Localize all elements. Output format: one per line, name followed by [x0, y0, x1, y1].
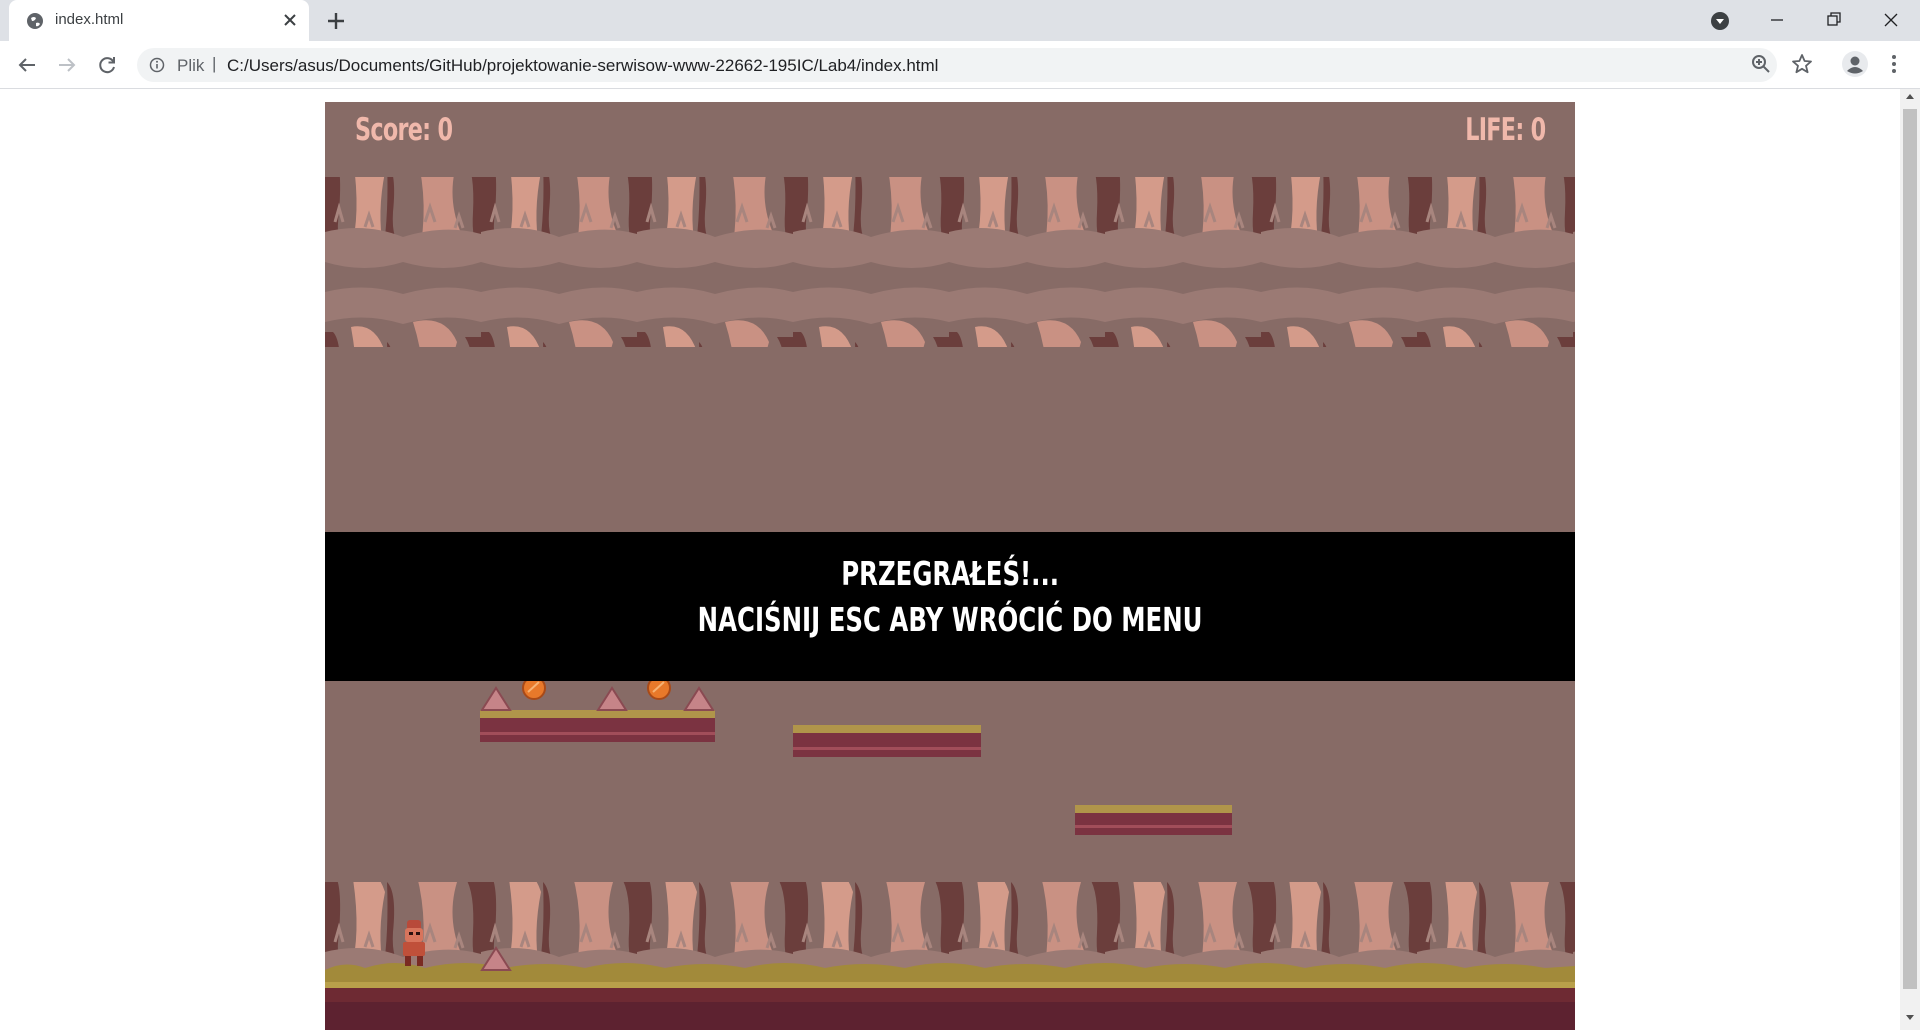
platform	[480, 710, 715, 742]
close-icon[interactable]	[281, 11, 299, 29]
browser-tab[interactable]: index.html	[9, 0, 309, 41]
url-separator: |	[212, 54, 217, 73]
plus-icon[interactable]	[325, 10, 347, 32]
game-over-message-text: NACIŚNIJ ESC ABY WRÓCIĆ DO MENU	[697, 600, 1203, 639]
window-close-icon[interactable]	[1863, 0, 1919, 41]
toolbar: Plik | C:/Users/asus/Documents/GitHub/pr…	[0, 41, 1920, 89]
platform	[1075, 805, 1232, 835]
minimize-icon[interactable]	[1749, 0, 1805, 41]
game-canvas[interactable]: Score: 0 LIFE: 0 PRZEGRAŁEŚ!... NACIŚNIJ…	[325, 102, 1575, 1030]
game-over-message: NACIŚNIJ ESC ABY WRÓCIĆ DO MENU	[325, 600, 1575, 639]
game-over-title-text: PRZEGRAŁEŚ!...	[841, 554, 1059, 593]
score-display: Score: 0	[355, 112, 453, 148]
globe-icon	[27, 13, 43, 29]
scroll-up-arrow-icon[interactable]	[1906, 94, 1914, 99]
profile-icon[interactable]	[1841, 50, 1869, 78]
arrow-left-icon[interactable]	[15, 53, 39, 77]
vertical-scrollbar[interactable]	[1900, 89, 1920, 1030]
game-over-title: PRZEGRAŁEŚ!...	[325, 554, 1575, 593]
kebab-menu-icon[interactable]	[1886, 52, 1902, 76]
reload-icon[interactable]	[95, 53, 119, 77]
life-display: LIFE: 0	[1464, 112, 1546, 148]
arrow-right-icon[interactable]	[55, 53, 79, 77]
tab-search-icon[interactable]	[1710, 11, 1730, 31]
info-icon[interactable]	[149, 57, 165, 73]
ground	[325, 963, 1575, 1030]
tab-strip: index.html	[0, 0, 1920, 41]
star-icon[interactable]	[1790, 52, 1814, 76]
page-viewport: Score: 0 LIFE: 0 PRZEGRAŁEŚ!... NACIŚNIJ…	[0, 89, 1900, 1030]
url-text[interactable]: C:/Users/asus/Documents/GitHub/projektow…	[227, 56, 938, 76]
restore-icon[interactable]	[1805, 0, 1861, 41]
url-scheme-label: Plik	[177, 56, 205, 75]
platform	[793, 725, 981, 757]
game-over-overlay: PRZEGRAŁEŚ!... NACIŚNIJ ESC ABY WRÓCIĆ D…	[325, 532, 1575, 681]
address-bar[interactable]: Plik | C:/Users/asus/Documents/GitHub/pr…	[137, 48, 1777, 82]
tab-title: index.html	[55, 11, 124, 28]
scroll-down-arrow-icon[interactable]	[1906, 1015, 1914, 1020]
scroll-thumb[interactable]	[1903, 109, 1917, 989]
browser-chrome: index.html Plik | C:/Users/asus/Document…	[0, 0, 1920, 89]
zoom-icon[interactable]	[1749, 52, 1773, 76]
